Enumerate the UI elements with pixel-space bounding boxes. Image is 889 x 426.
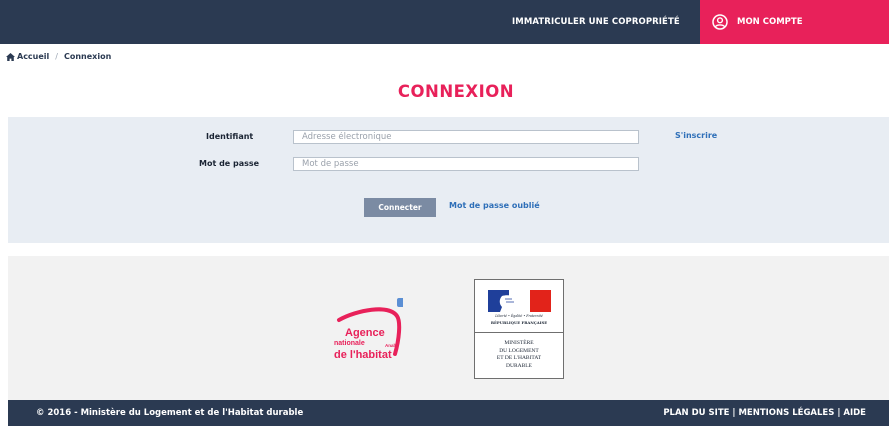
signup-link[interactable]: S'inscrire — [675, 131, 717, 140]
breadcrumb-current: Connexion — [63, 52, 112, 61]
password-input[interactable] — [293, 157, 639, 171]
ministry-name: MINISTÈRE DU LOGEMENT ET DE L'HABITAT DU… — [475, 340, 563, 370]
footer-link-legal-notice[interactable]: MENTIONS LÉGALES — [738, 408, 834, 418]
home-icon[interactable] — [6, 52, 15, 61]
connect-button[interactable]: Connecter — [364, 198, 436, 217]
footer: © 2016 - Ministère du Logement et de l'H… — [8, 400, 889, 426]
republic-name: RÉPUBLIQUE FRANÇAISE — [490, 320, 548, 325]
my-account-button[interactable]: MON COMPTE — [700, 0, 889, 44]
forgot-password-link[interactable]: Mot de passe oublié — [449, 201, 540, 210]
password-label: Mot de passe — [199, 159, 260, 168]
ministry-name-line: ET DE L'HABITAT — [496, 355, 542, 362]
footer-links: PLAN DU SITE | MENTIONS LÉGALES | AIDE — [663, 408, 866, 418]
ministry-name-line: MINISTÈRE — [504, 340, 534, 346]
partner-logos-area — [8, 256, 889, 400]
top-navigation-bar: IMMATRICULER UNE COPROPRIÉTÉ MON COMPTE — [0, 0, 889, 44]
page-title: CONNEXION — [397, 82, 515, 101]
breadcrumb: Accueil / Connexion — [6, 52, 111, 61]
republic-motto: Liberté • Égalité • Fraternité — [495, 314, 543, 318]
anah-logo-line2: nationale — [334, 340, 365, 347]
marianne-block: Liberté • Égalité • Fraternité RÉPUBLIQU… — [475, 280, 563, 333]
anah-logo-abbr: Anah — [385, 343, 397, 348]
anah-logo-line1: Agence — [345, 327, 385, 339]
register-condominium-link[interactable]: IMMATRICULER UNE COPROPRIÉTÉ — [512, 0, 680, 44]
breadcrumb-home-link[interactable]: Accueil — [17, 52, 49, 61]
footer-link-sitemap[interactable]: PLAN DU SITE — [663, 408, 729, 418]
identifier-label: Identifiant — [206, 132, 254, 141]
user-circle-icon — [712, 14, 728, 30]
ministry-logo: Liberté • Égalité • Fraternité RÉPUBLIQU… — [474, 279, 564, 379]
identifier-input[interactable] — [293, 130, 639, 144]
marianne-flag-icon — [488, 290, 551, 312]
breadcrumb-separator: / — [55, 52, 58, 61]
anah-logo-line3: de l'habitat — [334, 349, 392, 361]
copyright-text: © 2016 - Ministère du Logement et de l'H… — [36, 408, 304, 418]
footer-link-help[interactable]: AIDE — [843, 408, 866, 418]
ministry-name-line: DURABLE — [506, 362, 532, 369]
my-account-label: MON COMPTE — [737, 17, 803, 27]
ministry-name-line: DU LOGEMENT — [499, 347, 539, 354]
